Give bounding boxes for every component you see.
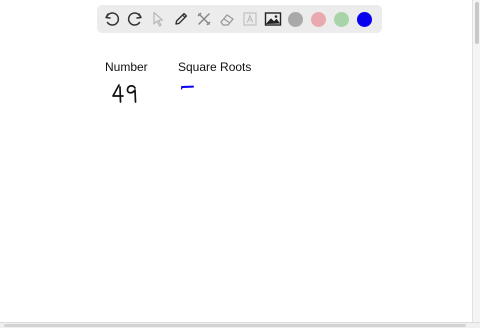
square-roots-column-header: Square Roots (178, 60, 252, 74)
undo-button[interactable] (100, 5, 123, 33)
text-tool-button[interactable] (238, 5, 261, 33)
eraser-icon (219, 11, 235, 27)
color-swatch-pink-dot (311, 11, 326, 27)
color-swatch-gray[interactable] (284, 5, 307, 33)
color-swatch-green[interactable] (330, 5, 353, 33)
color-swatch-green-dot (334, 11, 349, 27)
pen-tool-button[interactable] (169, 5, 192, 33)
color-swatch-blue-dot (357, 11, 372, 27)
handwritten-number-49 (112, 84, 137, 103)
eraser-tool-button[interactable] (215, 5, 238, 33)
horizontal-scrollbar[interactable] (0, 322, 480, 328)
text-icon (242, 11, 258, 27)
toolbar (97, 5, 382, 33)
redo-button[interactable] (123, 5, 146, 33)
insert-image-button[interactable] (261, 5, 284, 33)
select-tool-button[interactable] (146, 5, 169, 33)
drawing-canvas[interactable] (0, 0, 472, 322)
undo-icon (104, 11, 120, 27)
pen-icon (173, 11, 189, 27)
pointer-icon (151, 11, 165, 27)
color-swatch-pink[interactable] (307, 5, 330, 33)
vertical-scroll-thumb[interactable] (475, 2, 479, 44)
vertical-scrollbar[interactable] (472, 0, 480, 322)
blue-pen-stroke (181, 85, 194, 90)
color-swatch-gray-dot (288, 11, 303, 27)
tools-icon (196, 11, 212, 27)
tools-button[interactable] (192, 5, 215, 33)
color-swatch-blue[interactable] (353, 5, 376, 33)
image-icon (264, 11, 282, 27)
number-column-header: Number (105, 60, 148, 74)
redo-icon (127, 11, 143, 27)
horizontal-scroll-thumb[interactable] (4, 324, 466, 327)
